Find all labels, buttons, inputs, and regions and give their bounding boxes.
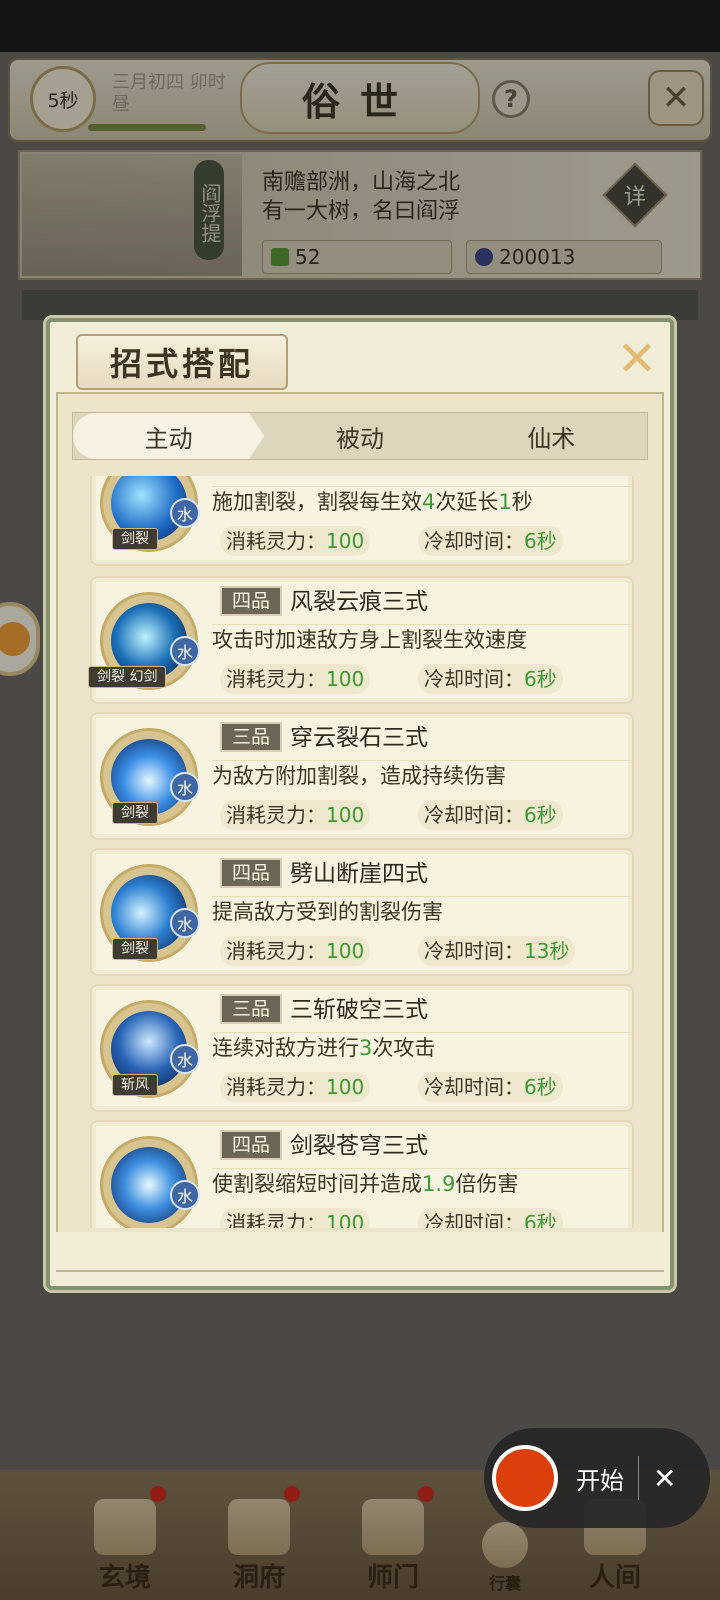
- skill-card[interactable]: 水 斩风 三品 三斩破空三式 连续对敌方进行3次攻击 消耗灵力：100 冷却时间…: [90, 984, 634, 1112]
- skill-name: 穿云裂石三式: [290, 725, 428, 751]
- mana-cost: 消耗灵力：100: [220, 800, 371, 830]
- grade-badge: 三品: [220, 994, 282, 1024]
- status-area: [0, 0, 720, 52]
- divider: [638, 1456, 639, 1500]
- skill-description: 施加割裂，割裂每生效4次延长1秒: [212, 486, 632, 517]
- element-badge: 水: [170, 908, 200, 938]
- skill-name: 风裂云痕三式: [290, 589, 428, 615]
- mana-cost: 消耗灵力：100: [220, 1208, 371, 1228]
- skill-name: 劈山断崖四式: [290, 861, 428, 887]
- skill-description: 提高敌方受到的割裂伤害: [212, 896, 632, 927]
- element-badge: 水: [170, 636, 200, 666]
- grade-badge: 四品: [220, 858, 282, 888]
- dialog-close-button[interactable]: ✕: [612, 331, 662, 387]
- mana-cost: 消耗灵力：100: [220, 936, 371, 966]
- skill-description: 使割裂缩短时间并造成1.9倍伤害: [212, 1168, 632, 1199]
- mana-cost: 消耗灵力：100: [220, 526, 371, 556]
- record-button[interactable]: [492, 1445, 558, 1511]
- cooldown: 冷却时间：13秒: [418, 936, 576, 966]
- skill-card[interactable]: 水 四品 剑裂苍穹三式 使割裂缩短时间并造成1.9倍伤害 消耗灵力：100 冷却…: [90, 1120, 634, 1228]
- screen-recorder-widget: 开始 ✕: [484, 1428, 710, 1528]
- skill-name: 三斩破空三式: [290, 997, 428, 1023]
- skill-card[interactable]: 水 剑裂 三品 穿云裂石三式 为敌方附加割裂，造成持续伤害 消耗灵力：100 冷…: [90, 712, 634, 840]
- grade-badge: 四品: [220, 1130, 282, 1160]
- grade-badge: 四品: [220, 586, 282, 616]
- mana-cost: 消耗灵力：100: [220, 1072, 371, 1102]
- tab-passive-skills[interactable]: 被动: [264, 413, 455, 459]
- recorder-close-icon[interactable]: ✕: [653, 1462, 676, 1495]
- tab-active-skills[interactable]: 主动: [73, 413, 265, 459]
- skill-card[interactable]: 水 剑裂 施加割裂，割裂每生效4次延长1秒 消耗灵力：100 冷却时间：6秒: [90, 476, 634, 566]
- cooldown: 冷却时间：6秒: [418, 1072, 563, 1102]
- skill-description: 为敌方附加割裂，造成持续伤害: [212, 760, 632, 791]
- element-badge: 水: [170, 498, 200, 528]
- dialog-title: 招式搭配: [76, 334, 288, 390]
- skill-tag: 斩风: [112, 1074, 158, 1096]
- cooldown: 冷却时间：6秒: [418, 800, 563, 830]
- record-start-label[interactable]: 开始: [576, 1461, 624, 1496]
- grade-badge: 三品: [220, 722, 282, 752]
- mana-cost: 消耗灵力：100: [220, 664, 371, 694]
- skill-tag: 剑裂 幻剑: [88, 666, 167, 688]
- skill-list[interactable]: 水 剑裂 施加割裂，割裂每生效4次延长1秒 消耗灵力：100 冷却时间：6秒 水…: [66, 476, 654, 1228]
- skill-card[interactable]: 水 剑裂 四品 劈山断崖四式 提高敌方受到的割裂伤害 消耗灵力：100 冷却时间…: [90, 848, 634, 976]
- skill-tag: 剑裂: [112, 938, 158, 960]
- element-badge: 水: [170, 772, 200, 802]
- dialog-footer: [56, 1232, 664, 1270]
- skill-card[interactable]: 水 剑裂 幻剑 四品 风裂云痕三式 攻击时加速敌方身上割裂生效速度 消耗灵力：1…: [88, 576, 634, 704]
- skill-tabs: 主动 被动 仙术: [72, 412, 648, 460]
- element-badge: 水: [170, 1180, 200, 1210]
- skill-tag: 剑裂: [112, 528, 158, 550]
- cooldown: 冷却时间：6秒: [418, 664, 563, 694]
- cooldown: 冷却时间：6秒: [418, 526, 563, 556]
- tab-immortal-arts[interactable]: 仙术: [456, 413, 647, 459]
- skill-tag: 剑裂: [112, 802, 158, 824]
- cooldown: 冷却时间：6秒: [418, 1208, 563, 1228]
- skill-description: 攻击时加速敌方身上割裂生效速度: [212, 624, 632, 655]
- element-badge: 水: [170, 1044, 200, 1074]
- skill-name: 剑裂苍穹三式: [290, 1133, 428, 1159]
- skill-description: 连续对敌方进行3次攻击: [212, 1032, 632, 1063]
